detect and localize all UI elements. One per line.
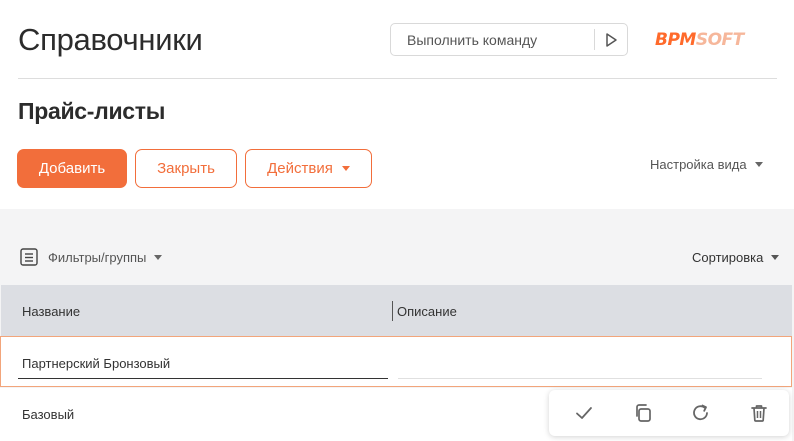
- command-input[interactable]: [391, 24, 593, 55]
- logo-part-soft: SOFT: [695, 30, 744, 50]
- section-title: Прайс-листы: [18, 98, 166, 124]
- chevron-down-icon: [771, 255, 780, 260]
- close-button-label: Закрыть: [157, 160, 215, 177]
- table-row-editing[interactable]: Партнерский Бронзовый: [0, 336, 792, 387]
- header-divider: [18, 78, 777, 79]
- column-header-description[interactable]: Описание: [397, 304, 457, 319]
- filters-groups-button[interactable]: Фильтры/группы: [19, 247, 163, 267]
- play-icon: [606, 32, 617, 47]
- cancel-changes-button[interactable]: [690, 402, 712, 424]
- view-settings-label: Настройка вида: [650, 157, 747, 172]
- name-field-underline: [18, 378, 388, 379]
- row-actions-toolbar: [549, 390, 789, 436]
- run-command-button[interactable]: [595, 24, 627, 55]
- description-field-underline: [398, 378, 762, 379]
- sort-label: Сортировка: [692, 250, 764, 265]
- grid-header: Название Описание: [1, 285, 792, 336]
- logo-part-bpm: BPM: [655, 30, 696, 50]
- chevron-down-icon: [154, 254, 163, 260]
- bpmsoft-logo: BPM SOFT: [655, 30, 744, 50]
- sort-button[interactable]: Сортировка: [692, 250, 780, 265]
- page-title: Справочники: [18, 22, 203, 57]
- filters-label: Фильтры/группы: [48, 249, 147, 265]
- close-button[interactable]: Закрыть: [135, 149, 237, 188]
- add-button-label: Добавить: [38, 160, 106, 177]
- name-cell-input[interactable]: Партнерский Бронзовый: [22, 356, 170, 371]
- name-cell: Базовый: [22, 407, 75, 422]
- chevron-down-icon: [341, 166, 350, 171]
- trash-icon: [751, 405, 767, 422]
- column-header-name[interactable]: Название: [22, 304, 80, 319]
- delete-row-button[interactable]: [748, 402, 770, 424]
- copy-icon: [636, 404, 651, 422]
- column-resize-handle[interactable]: [392, 301, 393, 321]
- command-bar: [390, 23, 628, 56]
- check-icon: [576, 407, 592, 419]
- chevron-down-icon: [754, 162, 763, 167]
- refresh-icon: [693, 404, 708, 421]
- actions-button-label: Действия: [267, 160, 333, 177]
- top-panel: Справочники BPMSOFT Прайс-листы Добавить…: [0, 0, 794, 209]
- copy-row-button[interactable]: [632, 402, 654, 424]
- save-row-button[interactable]: [573, 402, 595, 424]
- filter-list-icon: [19, 247, 39, 267]
- view-settings-button[interactable]: Настройка вида: [650, 157, 763, 172]
- add-button[interactable]: Добавить: [17, 149, 127, 188]
- actions-button[interactable]: Действия: [245, 149, 372, 188]
